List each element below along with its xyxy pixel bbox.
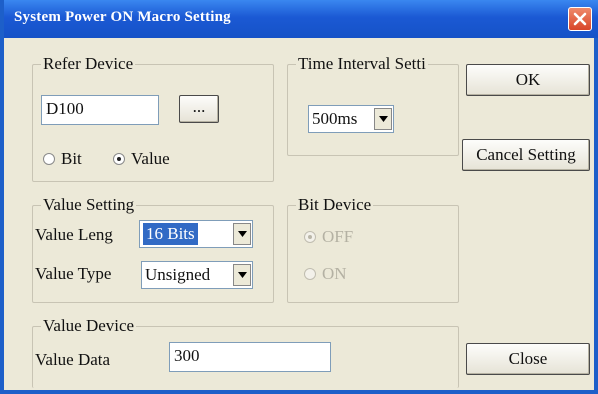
refer-device-group: Refer Device D100 ... Bit Value — [32, 54, 274, 182]
value-type-value: Unsigned — [145, 265, 211, 284]
value-device-label: Value Device — [41, 316, 137, 336]
value-setting-label: Value Setting — [41, 195, 137, 215]
time-interval-group: Time Interval Setti 500ms — [287, 54, 459, 156]
time-interval-label: Time Interval Setti — [296, 54, 428, 74]
value-data-label: Value Data — [35, 350, 111, 369]
bit-radio-label: Bit — [61, 149, 82, 168]
value-radio-label: Value — [131, 149, 170, 168]
off-radio — [304, 231, 316, 243]
bit-radio[interactable] — [43, 153, 55, 165]
value-setting-group: Value Setting Value Leng 16 Bits Value T… — [32, 195, 274, 303]
time-interval-select[interactable]: 500ms — [308, 105, 394, 133]
close-window-button[interactable] — [568, 7, 592, 31]
dialog-window: System Power ON Macro Setting Refer Devi… — [0, 0, 598, 394]
time-interval-value: 500ms — [312, 109, 358, 128]
value-data-input[interactable]: 300 — [169, 342, 331, 372]
off-radio-label: OFF — [322, 227, 354, 246]
value-length-label: Value Leng — [35, 225, 113, 244]
value-radio[interactable] — [113, 153, 125, 165]
refer-device-label: Refer Device — [41, 54, 136, 74]
cancel-setting-button[interactable]: Cancel Setting — [462, 139, 590, 171]
device-input[interactable]: D100 — [41, 95, 159, 125]
on-radio-label: ON — [322, 264, 347, 283]
chevron-down-icon[interactable] — [233, 264, 251, 286]
close-button[interactable]: Close — [466, 343, 590, 375]
value-length-value: 16 Bits — [143, 223, 198, 245]
title-bar[interactable]: System Power ON Macro Setting — [4, 0, 598, 38]
value-type-label: Value Type — [35, 264, 112, 283]
value-device-group: Value Device Value Data 300 — [32, 316, 459, 388]
bit-device-label: Bit Device — [296, 195, 374, 215]
ok-button[interactable]: OK — [466, 64, 590, 96]
browse-device-button[interactable]: ... — [179, 95, 219, 123]
on-radio — [304, 268, 316, 280]
value-length-select[interactable]: 16 Bits — [139, 220, 253, 248]
chevron-down-icon[interactable] — [374, 108, 392, 130]
window-title: System Power ON Macro Setting — [14, 9, 231, 25]
value-type-select[interactable]: Unsigned — [141, 261, 253, 289]
bit-device-group: Bit Device OFF ON — [287, 195, 459, 303]
chevron-down-icon[interactable] — [233, 223, 251, 245]
